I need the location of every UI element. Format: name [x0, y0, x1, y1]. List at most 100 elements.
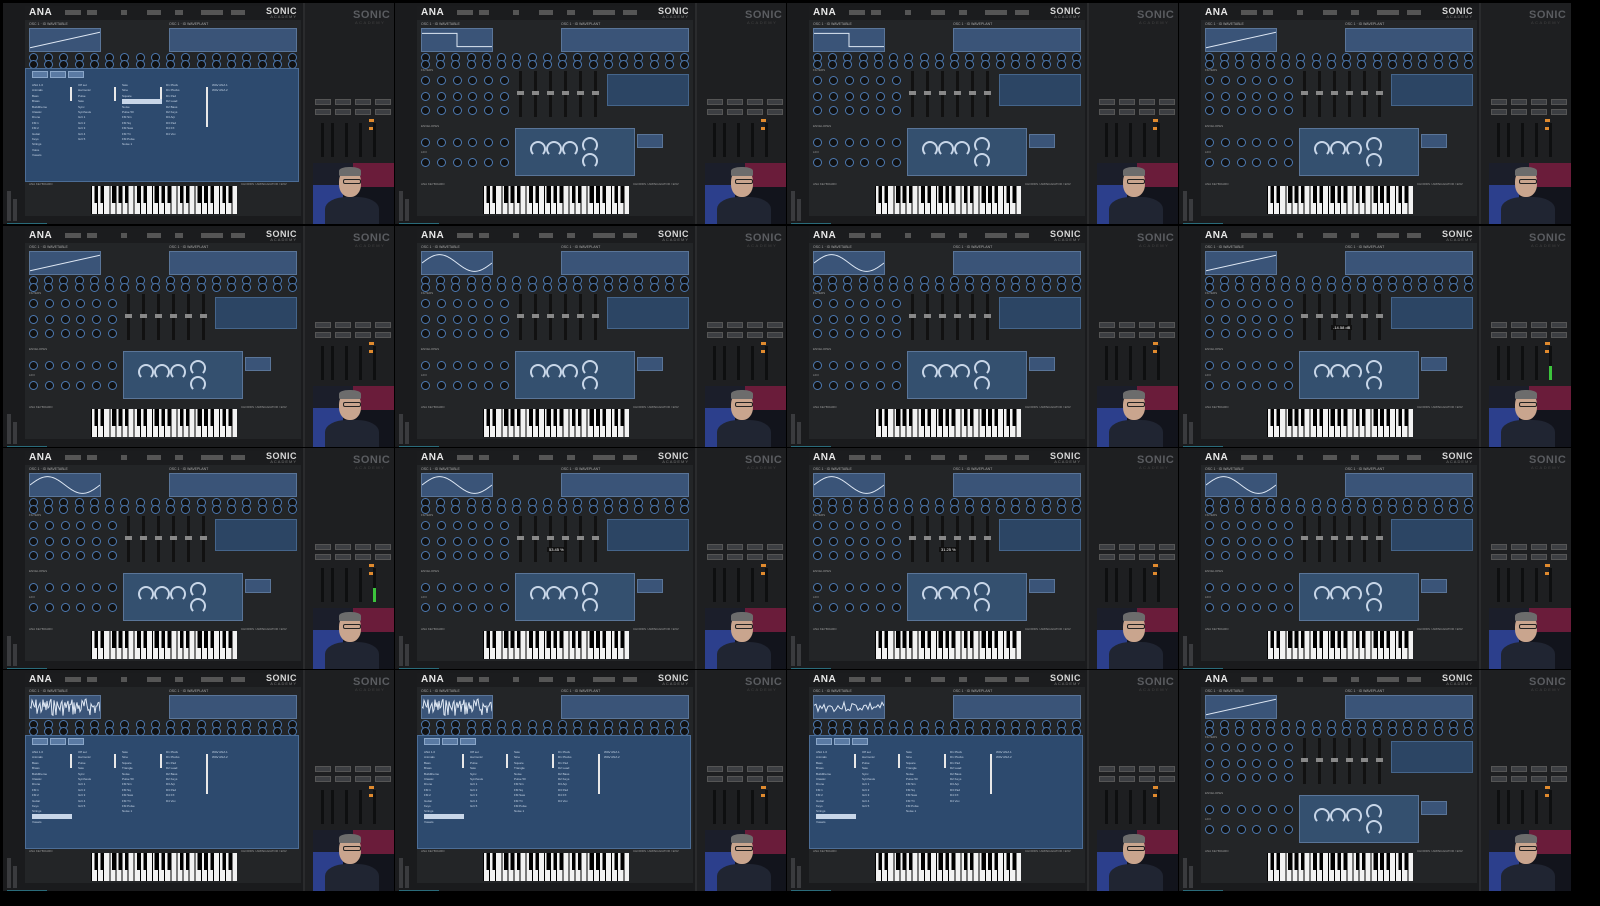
knob[interactable] — [860, 106, 870, 115]
knob[interactable] — [1220, 743, 1230, 752]
knob[interactable] — [1283, 361, 1293, 370]
piano-black-keys[interactable] — [91, 631, 237, 648]
knob[interactable] — [512, 505, 522, 514]
knob[interactable] — [1387, 283, 1397, 292]
knob[interactable] — [466, 60, 476, 69]
knob[interactable] — [1011, 283, 1021, 292]
header-control[interactable] — [231, 10, 245, 15]
knob[interactable] — [1281, 505, 1291, 514]
knob[interactable] — [499, 158, 509, 167]
lfo-panel[interactable] — [907, 573, 1027, 621]
arm-button[interactable] — [1153, 786, 1158, 789]
knob[interactable] — [1268, 299, 1278, 308]
mixer-slot[interactable] — [375, 554, 391, 560]
osc1-wave-panel[interactable] — [813, 473, 885, 497]
fader[interactable] — [170, 294, 177, 340]
knob[interactable] — [1011, 505, 1021, 514]
knob[interactable] — [1268, 381, 1278, 390]
knob[interactable] — [484, 521, 494, 530]
knob[interactable] — [843, 60, 853, 69]
knob[interactable] — [1311, 727, 1321, 736]
knob[interactable] — [1236, 329, 1246, 338]
knob[interactable] — [876, 299, 886, 308]
knob[interactable] — [484, 92, 494, 101]
browser-scrollbar[interactable] — [898, 754, 900, 768]
header-control[interactable] — [1351, 233, 1359, 238]
mixer-slot[interactable] — [1159, 544, 1175, 550]
osc1-wave-panel[interactable] — [1205, 28, 1277, 52]
knob[interactable] — [1236, 773, 1246, 782]
knob[interactable] — [76, 315, 86, 324]
fader[interactable] — [1361, 71, 1368, 117]
osc2-wave-panel[interactable] — [561, 251, 689, 275]
fader[interactable] — [562, 516, 569, 562]
header-control[interactable] — [1407, 10, 1421, 15]
knob[interactable] — [196, 505, 206, 514]
knob[interactable] — [1252, 537, 1262, 546]
knob[interactable] — [484, 537, 494, 546]
knob[interactable] — [120, 505, 130, 514]
browser-item[interactable]: D4 Vox — [166, 799, 206, 804]
mixer-slot[interactable] — [315, 322, 331, 328]
header-control[interactable] — [479, 233, 489, 238]
knob[interactable] — [813, 106, 822, 115]
header-control[interactable] — [1241, 677, 1257, 682]
knob[interactable] — [29, 315, 38, 324]
knob[interactable] — [1357, 727, 1367, 736]
header-control[interactable] — [87, 677, 97, 682]
knob[interactable] — [860, 603, 870, 612]
knob[interactable] — [452, 158, 462, 167]
arm-button[interactable] — [369, 119, 374, 122]
fader[interactable] — [547, 516, 554, 562]
fader[interactable] — [939, 516, 946, 562]
knob[interactable] — [436, 361, 446, 370]
knob[interactable] — [1220, 805, 1230, 814]
browser-item[interactable]: D4 Vox — [166, 132, 206, 137]
knob[interactable] — [1433, 727, 1443, 736]
knob[interactable] — [166, 505, 176, 514]
knob[interactable] — [1296, 727, 1306, 736]
knob[interactable] — [876, 603, 886, 612]
knob[interactable] — [1250, 283, 1260, 292]
knob[interactable] — [107, 381, 117, 390]
knob[interactable] — [1205, 92, 1214, 101]
knob[interactable] — [603, 283, 613, 292]
knob[interactable] — [421, 315, 430, 324]
fader[interactable] — [200, 516, 207, 562]
header-control[interactable] — [593, 677, 615, 682]
osc2-wave-panel[interactable] — [169, 251, 297, 275]
arm-button[interactable] — [1545, 564, 1550, 567]
knob[interactable] — [828, 76, 838, 85]
osc1-wave-panel[interactable] — [421, 473, 493, 497]
fader[interactable] — [140, 516, 147, 562]
mixer-slot[interactable] — [375, 322, 391, 328]
knob[interactable] — [468, 603, 478, 612]
knob[interactable] — [1296, 60, 1306, 69]
knob[interactable] — [1236, 92, 1246, 101]
knob[interactable] — [813, 551, 822, 560]
mixer-slot[interactable] — [707, 544, 723, 550]
knob[interactable] — [60, 299, 70, 308]
knob[interactable] — [891, 329, 901, 338]
knob[interactable] — [451, 60, 461, 69]
knob[interactable] — [436, 138, 446, 147]
knob[interactable] — [499, 92, 509, 101]
knob[interactable] — [484, 138, 494, 147]
knob[interactable] — [965, 60, 975, 69]
header-control[interactable] — [905, 10, 911, 15]
knob[interactable] — [76, 521, 86, 530]
header-control[interactable] — [175, 455, 183, 460]
knob[interactable] — [29, 551, 38, 560]
knob[interactable] — [527, 60, 537, 69]
video-thumbnail[interactable]: SONIC ACADEMY ANA SONIC ACADEMY OSC 1 · ID WA… — [394, 2, 788, 225]
osc1-wave-panel[interactable] — [813, 251, 885, 275]
knob[interactable] — [1220, 583, 1230, 592]
knob[interactable] — [468, 92, 478, 101]
browser-scrollbar[interactable] — [854, 754, 856, 768]
knob[interactable] — [919, 60, 929, 69]
piano-black-keys[interactable] — [875, 186, 1021, 203]
knob[interactable] — [1283, 537, 1293, 546]
knob[interactable] — [60, 361, 70, 370]
fader[interactable] — [577, 71, 584, 117]
knob[interactable] — [1205, 106, 1214, 115]
